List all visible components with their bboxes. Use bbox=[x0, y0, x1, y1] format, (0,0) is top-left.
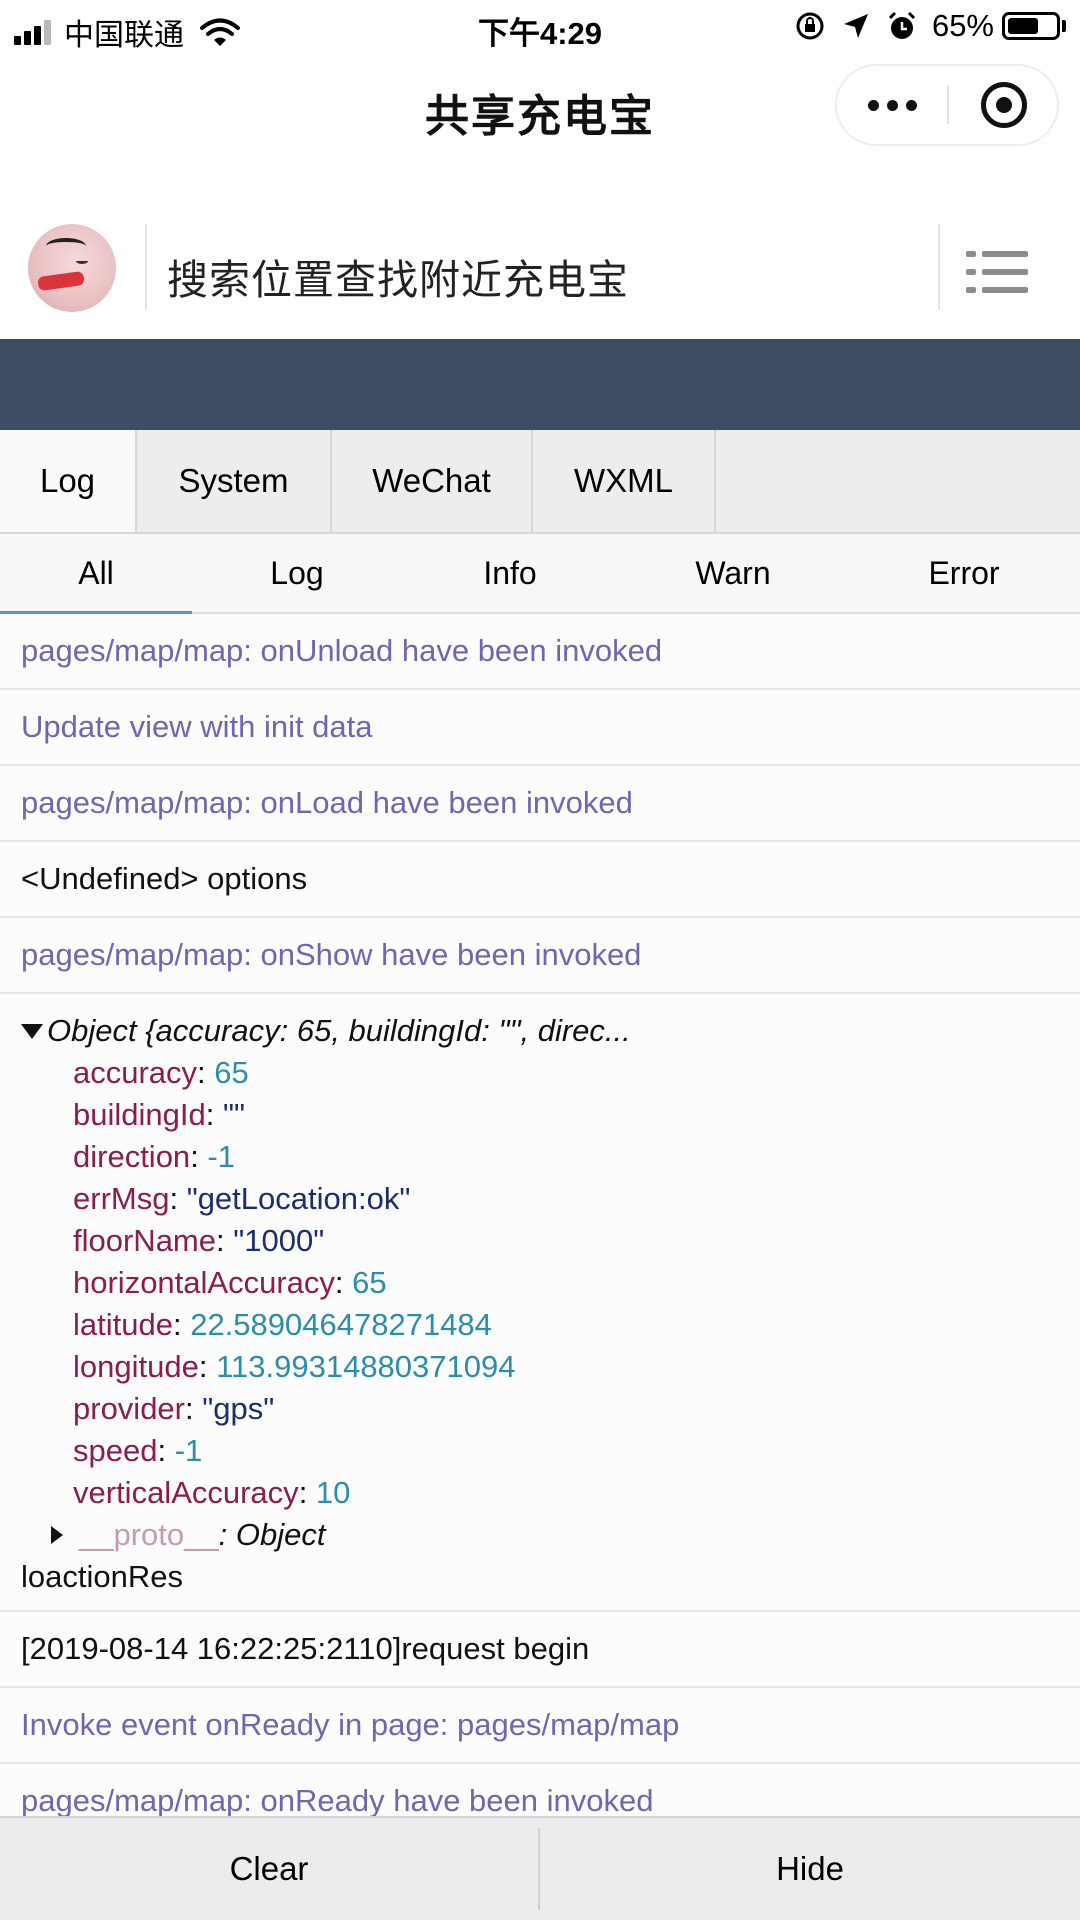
location-arrow-icon bbox=[843, 14, 868, 38]
filter-error[interactable]: Error bbox=[848, 534, 1080, 612]
property-key: longitude bbox=[73, 1349, 199, 1384]
mini-program-capsule bbox=[835, 64, 1059, 146]
log-row: pages/map/map: onShow have been invoked bbox=[0, 918, 1080, 994]
tab-wxml[interactable]: WXML bbox=[533, 430, 716, 532]
log-list[interactable]: pages/map/map: onUnload have been invoke… bbox=[0, 614, 1080, 1816]
proto-value: : Object bbox=[218, 1517, 326, 1552]
object-property: speed: -1 bbox=[73, 1433, 203, 1468]
rotation-lock-icon bbox=[796, 12, 824, 40]
log-row: Invoke event onReady in page: pages/map/… bbox=[0, 1688, 1080, 1764]
battery-icon bbox=[1002, 12, 1060, 40]
battery-percent: 65% bbox=[931, 8, 994, 43]
vconsole-filters: All Log Info Warn Error bbox=[0, 534, 1080, 614]
search-input[interactable]: 搜索位置查找附近充电宝 bbox=[167, 246, 629, 306]
filter-log[interactable]: Log bbox=[192, 534, 402, 612]
property-key: provider bbox=[73, 1391, 185, 1426]
vconsole-footer: Clear Hide bbox=[0, 1816, 1080, 1920]
property-value: 65 bbox=[352, 1265, 387, 1300]
log-row: Update view with init data bbox=[0, 690, 1080, 766]
battery-tip bbox=[1062, 20, 1066, 32]
close-button[interactable] bbox=[949, 66, 1059, 144]
proto-property[interactable]: __proto__ : Object bbox=[21, 1514, 1080, 1556]
filter-info[interactable]: Info bbox=[402, 534, 618, 612]
property-key: latitude bbox=[73, 1307, 173, 1342]
property-key: accuracy bbox=[73, 1055, 198, 1090]
expand-triangle-icon[interactable] bbox=[21, 1023, 43, 1039]
clear-button[interactable]: Clear bbox=[0, 1818, 538, 1920]
object-property: accuracy: 65 bbox=[73, 1055, 249, 1090]
battery-fill bbox=[1008, 18, 1038, 34]
property-value: "getLocation:ok" bbox=[186, 1181, 411, 1216]
property-key: floorName bbox=[73, 1223, 216, 1258]
property-value: -1 bbox=[174, 1433, 203, 1468]
property-value: 113.99314880371094 bbox=[216, 1349, 516, 1384]
object-property: provider: "gps" bbox=[73, 1391, 275, 1426]
avatar[interactable] bbox=[28, 224, 116, 312]
property-value: "gps" bbox=[202, 1391, 275, 1426]
status-right: 65% bbox=[780, 8, 1066, 44]
tab-wechat[interactable]: WeChat bbox=[332, 430, 533, 532]
property-value: 65 bbox=[214, 1055, 249, 1090]
object-property: direction: -1 bbox=[73, 1139, 235, 1174]
property-value: 22.589046478271484 bbox=[190, 1307, 492, 1342]
status-bar: 中国联通 下午4:29 65% bbox=[0, 0, 1080, 56]
map-area bbox=[0, 339, 1080, 430]
more-button[interactable] bbox=[837, 66, 948, 144]
object-property: floorName: "1000" bbox=[73, 1223, 325, 1258]
tab-log[interactable]: Log bbox=[0, 430, 137, 532]
search-divider-left bbox=[145, 224, 147, 310]
property-key: direction bbox=[73, 1139, 191, 1174]
proto-key: __proto__ bbox=[79, 1517, 219, 1552]
search-divider-right bbox=[938, 224, 940, 310]
object-summary[interactable]: Object {accuracy: 65, buildingId: "", di… bbox=[21, 1010, 1080, 1052]
property-key: speed bbox=[73, 1433, 158, 1468]
object-trailing-text: loactionRes bbox=[21, 1559, 183, 1594]
collapse-triangle-icon[interactable] bbox=[51, 1526, 63, 1544]
tab-system[interactable]: System bbox=[137, 430, 332, 532]
close-target-icon bbox=[981, 82, 1027, 128]
filter-warn[interactable]: Warn bbox=[618, 534, 848, 612]
property-key: verticalAccuracy bbox=[73, 1475, 299, 1510]
property-value: -1 bbox=[207, 1139, 235, 1174]
object-property: latitude: 22.589046478271484 bbox=[73, 1307, 492, 1342]
property-key: buildingId bbox=[73, 1097, 206, 1132]
vconsole-tabs: Log System WeChat WXML bbox=[0, 430, 1080, 534]
property-value: "" bbox=[222, 1097, 245, 1132]
object-property: errMsg: "getLocation:ok" bbox=[73, 1181, 411, 1216]
hide-button[interactable]: Hide bbox=[540, 1818, 1080, 1920]
object-summary-text: Object {accuracy: 65, buildingId: "", di… bbox=[47, 1013, 631, 1048]
log-row: [2019-08-14 16:22:25:2110]request begin bbox=[0, 1612, 1080, 1688]
nav-bar: 共享充电宝 bbox=[0, 56, 1080, 156]
log-row: pages/map/map: onReady have been invoked bbox=[0, 1764, 1080, 1816]
alarm-icon bbox=[888, 11, 916, 39]
property-key: horizontalAccuracy bbox=[73, 1265, 335, 1300]
property-value: "1000" bbox=[233, 1223, 325, 1258]
more-icon bbox=[868, 99, 879, 111]
list-menu-icon[interactable] bbox=[966, 251, 1028, 295]
object-property: verticalAccuracy: 10 bbox=[73, 1475, 351, 1510]
log-row: pages/map/map: onUnload have been invoke… bbox=[0, 614, 1080, 690]
property-value: 10 bbox=[315, 1475, 351, 1510]
object-property: buildingId: "" bbox=[73, 1097, 245, 1132]
object-property: horizontalAccuracy: 65 bbox=[73, 1265, 387, 1300]
object-property: longitude: 113.99314880371094 bbox=[73, 1349, 516, 1384]
object-log-row: Object {accuracy: 65, buildingId: "", di… bbox=[0, 994, 1080, 1612]
log-row: <Undefined> options bbox=[0, 842, 1080, 918]
search-bar: 搜索位置查找附近充电宝 bbox=[0, 156, 1080, 339]
log-row: pages/map/map: onLoad have been invoked bbox=[0, 766, 1080, 842]
filter-all[interactable]: All bbox=[0, 534, 192, 614]
property-key: errMsg bbox=[73, 1181, 170, 1216]
